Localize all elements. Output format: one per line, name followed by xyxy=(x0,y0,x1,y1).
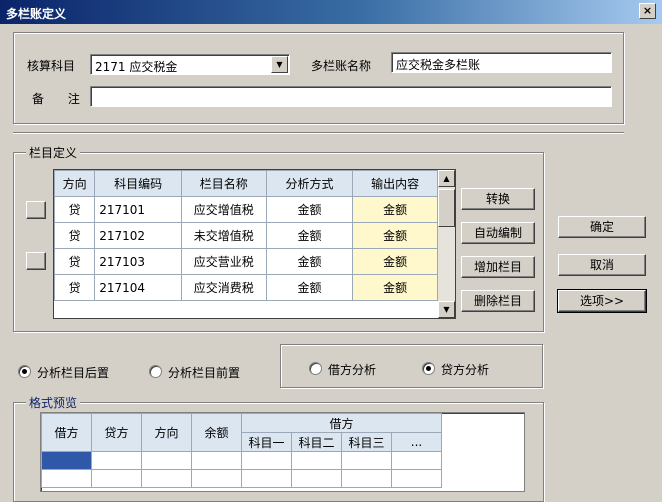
preview-cell[interactable] xyxy=(191,451,242,470)
preview-header-credit: 贷方 xyxy=(91,413,142,452)
table-row[interactable]: 贷 217101 应交增值税 金额 金额 xyxy=(53,196,438,223)
cell-name[interactable]: 应交增值税 xyxy=(180,196,267,223)
preview-header-debit: 借方 xyxy=(41,413,92,452)
table-scrollbar[interactable]: ▲ ▼ xyxy=(438,170,455,318)
radio-before-label[interactable]: 分析栏目前置 xyxy=(168,364,240,381)
title-bar: 多栏账定义 × xyxy=(0,0,662,24)
preview-sub-header: 科目一 xyxy=(241,432,292,452)
preview-cell[interactable] xyxy=(141,469,192,488)
preview-cell[interactable] xyxy=(241,451,292,470)
delete-column-button[interactable]: 删除栏目 xyxy=(461,290,535,312)
preview-legend: 格式预览 xyxy=(26,394,81,411)
preview-group-header: 借方 xyxy=(240,413,443,433)
separator xyxy=(13,132,624,134)
preview-cell[interactable] xyxy=(91,469,142,488)
cell-code[interactable]: 217103 xyxy=(94,248,182,275)
scroll-up-icon[interactable]: ▲ xyxy=(438,170,455,187)
cell-output[interactable]: 金额 xyxy=(352,196,438,223)
radio-debit-label[interactable]: 借方分析 xyxy=(328,361,376,378)
preview-header-balance: 余额 xyxy=(191,413,242,452)
radio-debit[interactable] xyxy=(309,362,322,375)
preview-header-direction: 方向 xyxy=(141,413,192,452)
name-input[interactable]: 应交税金多栏账 xyxy=(391,52,612,73)
cell-code[interactable]: 217102 xyxy=(94,222,182,249)
preview-cell[interactable] xyxy=(241,469,292,488)
cell-name[interactable]: 应交消费税 xyxy=(180,274,267,301)
preview-cell[interactable] xyxy=(191,469,242,488)
cell-code[interactable]: 217104 xyxy=(94,274,182,301)
cell-output[interactable]: 金额 xyxy=(352,248,438,275)
preview-sub-header: ... xyxy=(390,432,443,452)
preview-cell[interactable] xyxy=(390,469,443,488)
options-button[interactable]: 选项>> xyxy=(557,289,647,313)
remark-label: 备 注 xyxy=(32,92,90,106)
cell-output[interactable]: 金额 xyxy=(352,274,438,301)
subject-label: 核算科目 xyxy=(27,59,76,73)
scroll-thumb[interactable] xyxy=(438,189,455,227)
preview-cell[interactable] xyxy=(291,451,342,470)
preview-sub-header: 科目三 xyxy=(341,432,392,452)
table-row[interactable]: 贷 217103 应交营业税 金额 金额 xyxy=(53,248,438,275)
cell-method[interactable]: 金额 xyxy=(265,196,354,223)
cell-direction[interactable]: 贷 xyxy=(53,248,96,275)
cell-method[interactable]: 金额 xyxy=(265,274,354,301)
radio-credit-label[interactable]: 贷方分析 xyxy=(441,361,489,378)
columns-legend: 栏目定义 xyxy=(26,144,81,161)
move-up-button[interactable] xyxy=(26,201,46,219)
cell-method[interactable]: 金额 xyxy=(265,222,354,249)
preview-sub-header: 科目二 xyxy=(291,432,342,452)
preview-cell[interactable] xyxy=(41,451,92,470)
radio-after[interactable] xyxy=(18,365,31,378)
table-row[interactable]: 贷 217104 应交消费税 金额 金额 xyxy=(53,274,438,301)
close-button[interactable]: × xyxy=(639,3,656,19)
cell-code[interactable]: 217101 xyxy=(94,196,182,223)
cancel-button[interactable]: 取消 xyxy=(558,254,646,276)
scroll-down-icon[interactable]: ▼ xyxy=(438,301,455,318)
ok-button[interactable]: 确定 xyxy=(558,216,646,238)
col-header-name[interactable]: 栏目名称 xyxy=(180,170,267,197)
radio-before[interactable] xyxy=(149,365,162,378)
radio-after-label[interactable]: 分析栏目后置 xyxy=(37,364,109,381)
header-group xyxy=(13,32,624,124)
cell-name[interactable]: 应交营业税 xyxy=(180,248,267,275)
auto-build-button[interactable]: 自动编制 xyxy=(461,222,535,244)
col-header-output[interactable]: 输出内容 xyxy=(352,170,438,197)
table-row[interactable]: 贷 217102 未交增值税 金额 金额 xyxy=(53,222,438,249)
chevron-down-icon[interactable]: ▼ xyxy=(271,56,288,73)
preview-cell[interactable] xyxy=(341,451,392,470)
col-header-direction[interactable]: 方向 xyxy=(53,170,96,197)
subject-select-value: 2171 应交税金 xyxy=(95,60,178,74)
table-header-row: 方向 科目编码 栏目名称 分析方式 输出内容 xyxy=(53,170,438,197)
cell-output[interactable]: 金额 xyxy=(352,222,438,249)
col-header-code[interactable]: 科目编码 xyxy=(94,170,182,197)
move-down-button[interactable] xyxy=(26,252,46,270)
window-title: 多栏账定义 xyxy=(6,7,67,21)
preview-cell[interactable] xyxy=(291,469,342,488)
cell-name[interactable]: 未交增值税 xyxy=(180,222,267,249)
col-header-method[interactable]: 分析方式 xyxy=(265,170,354,197)
cell-direction[interactable]: 贷 xyxy=(53,196,96,223)
preview-cell[interactable] xyxy=(341,469,392,488)
preview-cell[interactable] xyxy=(390,451,443,470)
preview-cell[interactable] xyxy=(141,451,192,470)
preview-grid: 借方 贷方 方向 余额 借方 科目一 科目二 科目三 ... xyxy=(40,412,525,492)
radio-credit[interactable] xyxy=(422,362,435,375)
preview-cell[interactable] xyxy=(41,469,92,488)
columns-table: 方向 科目编码 栏目名称 分析方式 输出内容 贷 217101 应交增值税 金额… xyxy=(53,169,456,319)
cell-direction[interactable]: 贷 xyxy=(53,274,96,301)
cell-method[interactable]: 金额 xyxy=(265,248,354,275)
cell-direction[interactable]: 贷 xyxy=(53,222,96,249)
subject-select[interactable]: 2171 应交税金 xyxy=(90,54,290,75)
preview-cell[interactable] xyxy=(91,451,142,470)
add-column-button[interactable]: 增加栏目 xyxy=(461,256,535,278)
convert-button[interactable]: 转换 xyxy=(461,188,535,210)
remark-input[interactable] xyxy=(90,86,612,107)
name-label: 多栏账名称 xyxy=(311,59,372,73)
